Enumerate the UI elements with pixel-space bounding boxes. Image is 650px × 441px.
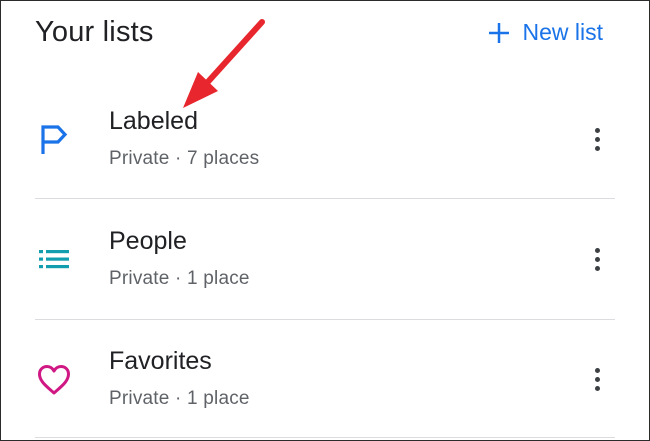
list-item-name: Labeled [109,107,198,135]
more-options-icon[interactable] [585,119,609,159]
list-item-name: Favorites [109,347,212,375]
lists-container: Labeled Private · 7 places People Privat [1,79,649,439]
list-item-meta: Private · 1 place [109,388,250,409]
plus-icon [489,22,510,43]
heart-icon [37,363,71,397]
list-item-meta: Private · 7 places [109,148,260,169]
header: Your lists New list [1,1,649,65]
page-title: Your lists [35,16,154,48]
more-options-icon[interactable] [585,359,609,399]
lists-screen: Your lists New list Labeled Private · 7 … [0,0,650,441]
list-item-labeled[interactable]: Labeled Private · 7 places [1,79,649,199]
list-item-meta: Private · 1 place [109,268,250,289]
new-list-button[interactable]: New list [488,19,603,46]
list-item-name: People [109,227,187,255]
new-list-label: New list [522,19,603,45]
flag-icon [37,123,71,157]
divider [35,437,615,438]
list-item-people[interactable]: People Private · 1 place [1,199,649,319]
list-icon [37,242,71,276]
list-item-favorites[interactable]: Favorites Private · 1 place [1,319,649,439]
more-options-icon[interactable] [585,239,609,279]
